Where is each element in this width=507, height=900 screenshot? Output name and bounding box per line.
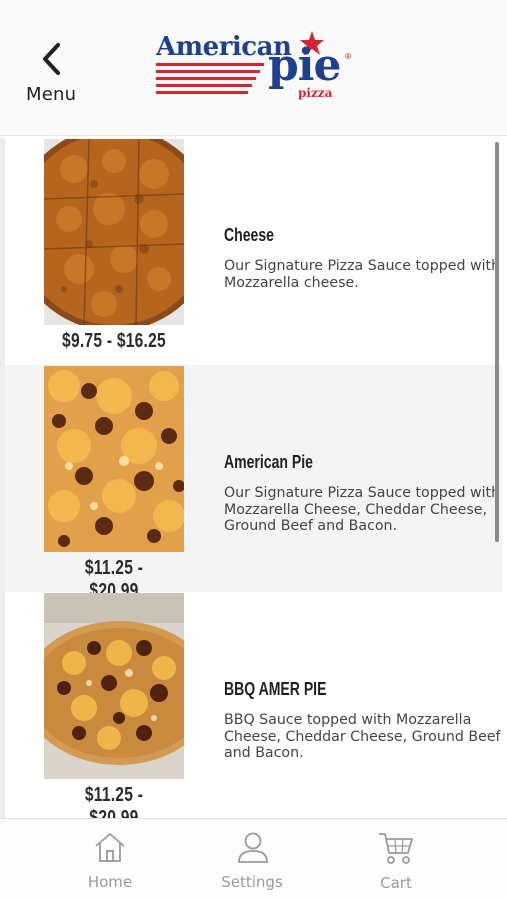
user-icon [237, 831, 269, 867]
tab-label: Home [87, 873, 133, 891]
menu-list[interactable]: $9.75 - $16.25 Cheese Our Signature Pizz… [5, 138, 502, 818]
scrollbar[interactable] [495, 142, 499, 542]
logo-word-pizza: pizza [298, 86, 333, 100]
item-name: BBQ AMER PIE [224, 679, 327, 699]
item-description: Our Signature Pizza Sauce topped with Mo… [224, 258, 501, 291]
tab-home[interactable]: Home [50, 819, 170, 900]
menu-item-cheese[interactable]: $9.75 - $16.25 Cheese Our Signature Pizz… [5, 138, 502, 365]
tab-label: Cart [380, 874, 412, 892]
cheese-pizza-image [44, 139, 184, 325]
item-name: Cheese [224, 225, 274, 245]
item-name: American Pie [224, 452, 313, 472]
back-label: Menu [26, 84, 77, 105]
american-pie-pizza-image [44, 366, 184, 552]
american-pie-logo: American pie pizza ® [154, 30, 354, 102]
item-description: BBQ Sauce topped with Mozzarella Cheese,… [224, 712, 501, 761]
item-description: Our Signature Pizza Sauce topped with Mo… [224, 485, 501, 534]
logo-word-pie: pie [268, 40, 341, 91]
tab-settings[interactable]: Settings [192, 819, 312, 900]
back-to-menu-button[interactable]: Menu [20, 34, 86, 110]
menu-item-american-pie[interactable]: $11.25 - $20.99 American Pie Our Signatu… [5, 365, 502, 602]
registered-mark: ® [344, 52, 352, 61]
bottom-tab-bar: Home Settings Cart [0, 818, 507, 900]
app-header: Menu American pie pizza ® [0, 0, 507, 136]
cart-icon [378, 831, 414, 869]
bbq-amer-pie-pizza-image [44, 593, 184, 779]
home-icon [94, 831, 126, 867]
tab-label: Settings [221, 873, 283, 891]
menu-item-bbq-amer-pie[interactable]: $11.25 - $20.99 BBQ AMER PIE BBQ Sauce t… [5, 592, 502, 818]
price-range: $9.75 - $16.25 [62, 330, 166, 352]
chevron-left-icon [40, 42, 62, 80]
logo-stripes [156, 63, 264, 95]
price-range: $11.25 - $20.99 [84, 784, 144, 818]
tab-cart[interactable]: Cart [336, 819, 456, 900]
